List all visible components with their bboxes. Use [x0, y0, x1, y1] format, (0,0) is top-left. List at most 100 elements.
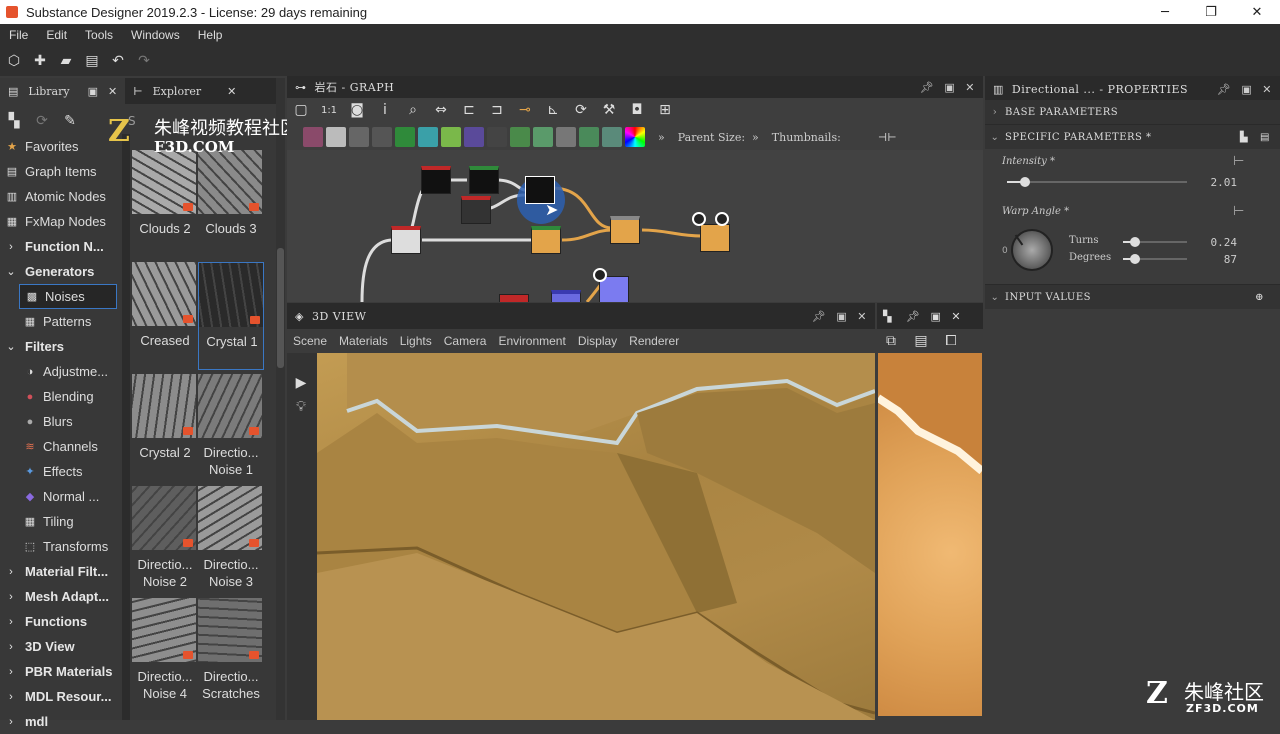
fit-icon[interactable]: ⧉ [883, 333, 899, 349]
camera-icon[interactable]: ◙ [349, 102, 365, 118]
close-icon[interactable]: ✕ [951, 310, 961, 323]
scrollbar-handle[interactable] [277, 248, 284, 368]
tree-item-noises[interactable]: ▩ Noises [19, 284, 117, 309]
copy-icon[interactable]: ⧠ [943, 333, 959, 349]
graph-node[interactable] [499, 294, 529, 302]
tree-item-transforms[interactable]: ⬚ Transforms [0, 534, 122, 559]
close-icon[interactable]: ✕ [1234, 0, 1280, 24]
graph-node[interactable] [469, 166, 499, 194]
undo-icon[interactable]: ↶ [110, 53, 126, 69]
align-icon[interactable]: ⇔ [433, 102, 449, 118]
tool-icon[interactable]: ⚒ [601, 102, 617, 118]
angle-dial[interactable] [1011, 229, 1053, 271]
output-icon[interactable]: ◘ [629, 102, 645, 118]
new-graph-icon[interactable]: ✚ [32, 53, 48, 69]
save-icon[interactable]: ▤ [913, 333, 929, 349]
section-base-parameters[interactable]: › BASE PARAMETERS [985, 99, 1280, 124]
tree-item-mesh-adapt[interactable]: › Mesh Adapt... [0, 584, 122, 609]
layout-2-icon[interactable]: ⊐ [489, 102, 505, 118]
thumbnail-scrollbar[interactable] [276, 78, 285, 720]
menu-renderer[interactable]: Renderer [623, 334, 685, 348]
node-normal-icon[interactable] [579, 127, 599, 147]
thumbnail-item[interactable]: Clouds 3 [198, 150, 264, 258]
reset-icon[interactable]: ⊢ [1233, 154, 1244, 169]
menu-materials[interactable]: Materials [333, 334, 394, 348]
intensity-value[interactable]: 2.01 [1197, 176, 1238, 189]
tree-item-patterns[interactable]: ▦ Patterns [0, 309, 122, 334]
tree-item-mdl-resour[interactable]: › MDL Resour... [0, 684, 122, 709]
info-icon[interactable]: ⅰ [377, 102, 393, 118]
degrees-value[interactable]: 87 [1197, 253, 1237, 266]
open-folder-icon[interactable]: ▰ [58, 53, 74, 69]
menu-tools[interactable]: Tools [76, 28, 122, 42]
graph-node[interactable] [461, 196, 491, 224]
pin-icon[interactable]: 📌︎ [812, 310, 826, 323]
turns-knob[interactable] [1130, 237, 1140, 247]
tree-item-atomic-nodes[interactable]: ▥ Atomic Nodes [0, 184, 122, 209]
graph-node[interactable] [551, 290, 581, 302]
tree-item-graph-items[interactable]: ▤ Graph Items [0, 159, 122, 184]
thumbnail-item[interactable]: Crystal 1 [198, 262, 264, 370]
thumbnail-item[interactable]: Directio... Noise 3 [198, 486, 264, 594]
redo-icon[interactable]: ↷ [136, 53, 152, 69]
tree-item-generators[interactable]: ⌄ Generators [0, 259, 122, 284]
tree-item-material-filt[interactable]: › Material Filt... [0, 559, 122, 584]
list-icon[interactable]: ▤ [1260, 132, 1270, 143]
layout-icon[interactable]: ⊏ [461, 102, 477, 118]
tree-item-mdl[interactable]: › mdl [0, 709, 122, 734]
node-histogram-icon[interactable] [602, 127, 622, 147]
section-specific-parameters[interactable]: ⌄ SPECIFIC PARAMETERS * ▙ ▤ [985, 124, 1280, 149]
link-icon[interactable]: ⊸ [517, 102, 533, 118]
tree-item-fxmap-nodes[interactable]: ▦ FxMap Nodes [0, 209, 122, 234]
tab-library[interactable]: ▤ Library ▣ ✕ [0, 78, 126, 104]
filter-icon[interactable]: ▚ [6, 113, 22, 129]
node-blur-icon[interactable] [349, 127, 369, 147]
minimize-icon[interactable]: ─ [1142, 0, 1188, 24]
tree-item-function-n[interactable]: › Function N... [0, 234, 122, 259]
menu-windows[interactable]: Windows [122, 28, 189, 42]
tree-item-normal[interactable]: ◆ Normal ... [0, 484, 122, 509]
node-warp-icon[interactable] [441, 127, 461, 147]
node-levels-icon[interactable] [556, 127, 576, 147]
pin-icon[interactable]: 📌︎ [1217, 83, 1231, 96]
crop-icon[interactable]: ⊞ [657, 102, 673, 118]
node-uniform-icon[interactable] [326, 127, 346, 147]
tree-item-tiling[interactable]: ▦ Tiling [0, 509, 122, 534]
thumbnail-item[interactable]: Directio... Noise 4 [132, 598, 198, 706]
menu-display[interactable]: Display [572, 334, 623, 348]
tree-item-channels[interactable]: ≋ Channels [0, 434, 122, 459]
reset-icon[interactable]: ⊢ [1233, 204, 1244, 219]
graph-node[interactable] [700, 224, 730, 252]
2d-viewport[interactable] [878, 353, 982, 716]
node-curve-icon[interactable] [395, 127, 415, 147]
light-bulb-icon[interactable]: 💡︎ [293, 399, 309, 415]
3d-viewport[interactable] [317, 353, 875, 720]
frame-icon[interactable]: ▢ [293, 102, 309, 118]
node-spray-icon[interactable] [533, 127, 553, 147]
tree-item-blending[interactable]: ● Blending [0, 384, 122, 409]
parent-size-more-icon[interactable]: » [752, 131, 759, 144]
section-input-values[interactable]: ⌄ INPUT VALUES ⊕ [985, 284, 1280, 309]
tab-explorer[interactable]: ⊢ Explorer ✕ [125, 78, 244, 104]
one-to-one-icon[interactable]: 1:1 [321, 102, 337, 118]
menu-edit[interactable]: Edit [37, 28, 76, 42]
new-package-icon[interactable]: ⬡ [6, 53, 22, 69]
float-icon[interactable]: ▣ [836, 310, 847, 323]
tree-item-blurs[interactable]: ● Blurs [0, 409, 122, 434]
node-paint-icon[interactable] [510, 127, 530, 147]
graph-node[interactable] [391, 226, 421, 254]
tree-item-filters[interactable]: ⌄ Filters [0, 334, 122, 359]
search-icon[interactable]: ⌕ [405, 102, 421, 118]
tree-item-adjustme[interactable]: ◑ Adjustme... [0, 359, 122, 384]
graph-node[interactable] [531, 226, 561, 254]
node-color-icon[interactable] [625, 127, 645, 147]
close-icon[interactable]: ✕ [108, 85, 117, 98]
float-icon[interactable]: ▣ [944, 81, 955, 94]
menu-help[interactable]: Help [189, 28, 232, 42]
thumbnail-item[interactable]: Directio... Noise 1 [198, 374, 264, 482]
more-icon[interactable]: » [658, 131, 665, 144]
thumbnail-item[interactable]: Crystal 2 [132, 374, 198, 482]
menu-lights[interactable]: Lights [394, 334, 438, 348]
float-icon[interactable]: ▣ [1241, 83, 1252, 96]
turns-value[interactable]: 0.24 [1197, 236, 1238, 249]
